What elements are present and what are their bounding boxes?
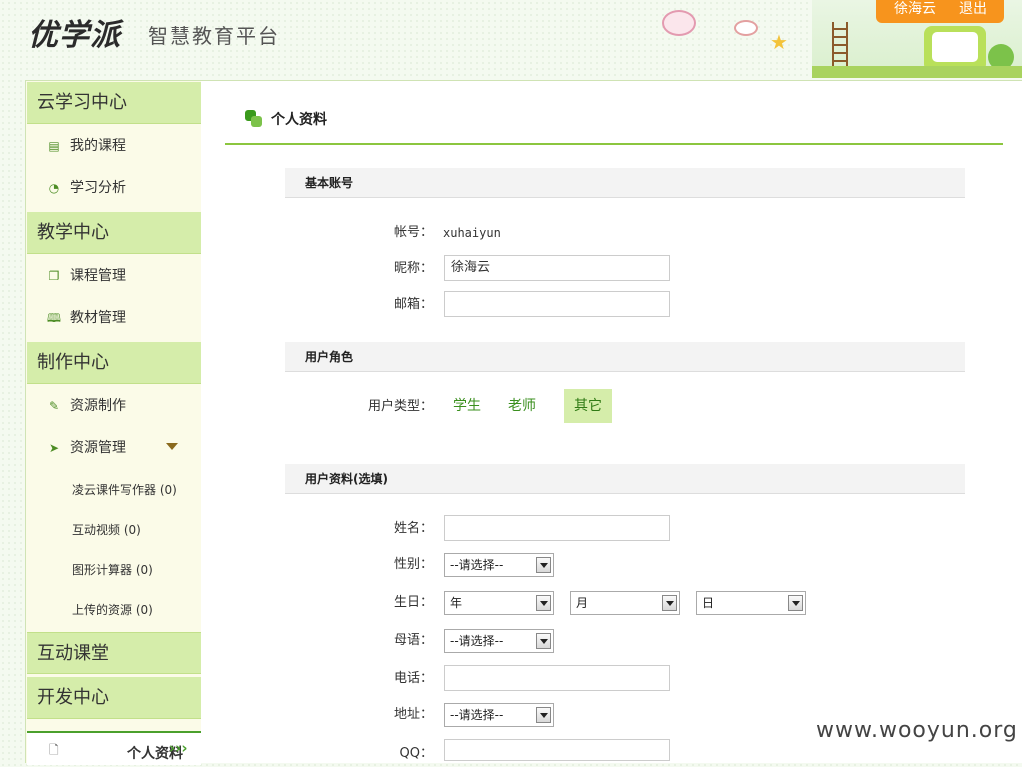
windows-icon: ❐: [48, 269, 60, 283]
page-title-bar: 个人资料: [225, 107, 1003, 145]
user-bar: 徐海云 退出: [876, 0, 1004, 23]
sidebar: 云学习中心 ▤ 我的课程 ◔ 学习分析 教学中心 ❐ 课程管理 🕮 教材管理 制作中心 …: [25, 80, 203, 765]
logo[interactable]: 优学派: [28, 10, 121, 54]
ground-decoration: [812, 66, 1022, 78]
pencil-icon: ✎: [48, 399, 60, 413]
section-cloud-learning[interactable]: 云学习中心: [27, 82, 201, 124]
nickname-label: 昵称：: [393, 261, 433, 276]
section-interactive-class[interactable]: 互动课堂: [27, 632, 201, 674]
sidebar-item-label: 资源管理: [70, 440, 126, 456]
role-option-teacher[interactable]: 老师: [508, 389, 536, 423]
email-input[interactable]: [444, 291, 670, 317]
nickname-input[interactable]: 徐海云: [444, 255, 670, 281]
section-production[interactable]: 制作中心: [27, 342, 201, 384]
sidebar-item-course-manage[interactable]: ❐ 课程管理: [46, 265, 126, 287]
watermark: www.wooyun.org: [816, 718, 1018, 743]
platform-subtitle: 智慧教育平台: [148, 24, 280, 48]
star-decoration: ★: [770, 30, 788, 54]
sidebar-item-resource-make[interactable]: ✎ 资源制作: [46, 395, 126, 417]
user-type-label: 用户类型：: [367, 399, 433, 414]
dropdown-arrow-icon[interactable]: [536, 557, 551, 573]
squares-icon: [245, 110, 263, 128]
dropdown-arrow-icon[interactable]: [788, 595, 803, 611]
phone-input[interactable]: [444, 665, 670, 691]
section-user-profile: 用户资料(选填): [285, 464, 965, 494]
document-icon: 🗋: [49, 743, 59, 757]
address-select[interactable]: --请选择--: [444, 703, 554, 727]
gender-select-value: --请选择--: [450, 558, 504, 572]
qq-label: QQ：: [399, 746, 433, 761]
sidebar-item-profile[interactable]: 🗋 个人资料 ›››: [27, 731, 201, 765]
section-user-role: 用户角色: [285, 342, 965, 372]
dropdown-arrow-icon[interactable]: [536, 707, 551, 723]
gender-label: 性别：: [393, 557, 433, 572]
gender-select[interactable]: --请选择--: [444, 553, 554, 577]
birth-day-select[interactable]: 日: [696, 591, 806, 615]
sidebar-item-my-courses[interactable]: ▤ 我的课程: [46, 135, 126, 157]
sidebar-item-material-manage[interactable]: 🕮 教材管理: [46, 307, 126, 329]
role-option-student[interactable]: 学生: [453, 389, 481, 423]
birth-year-select[interactable]: 年: [444, 591, 554, 615]
name-label: 姓名：: [393, 521, 433, 536]
sidebar-item-resource-manage[interactable]: ➤ 资源管理: [46, 437, 196, 459]
send-arrow-icon: ➤: [48, 441, 60, 455]
birth-month-select[interactable]: 月: [570, 591, 680, 615]
dropdown-arrow-icon[interactable]: [662, 595, 677, 611]
sidebar-item-study-analysis[interactable]: ◔ 学习分析: [46, 177, 126, 199]
list-icon: ▤: [48, 139, 60, 153]
language-select-value: --请选择--: [450, 634, 504, 648]
page-title: 个人资料: [271, 112, 327, 128]
account-label: 帐号：: [393, 225, 433, 240]
language-select[interactable]: --请选择--: [444, 629, 554, 653]
qq-input[interactable]: [444, 739, 670, 761]
sidebar-item-label: 个人资料: [127, 746, 183, 762]
sub-item-interactive-video[interactable]: 互动视频 (0): [72, 520, 141, 540]
section-teaching[interactable]: 教学中心: [27, 212, 201, 254]
phone-label: 电话：: [393, 671, 433, 686]
header: 优学派 智慧教育平台 ★ 徐海云 退出: [0, 0, 1022, 78]
section-basic-account: 基本账号: [285, 168, 965, 198]
email-label: 邮箱：: [393, 297, 433, 312]
pie-chart-icon: ◔: [48, 181, 60, 195]
triple-chevron-icon: ›››: [169, 739, 188, 757]
account-value: xuhaiyun: [443, 226, 501, 240]
sub-item-lingyun-writer[interactable]: 凌云课件写作器 (0): [72, 480, 177, 500]
sidebar-item-label: 教材管理: [70, 310, 126, 326]
book-icon: 🕮: [46, 311, 62, 325]
sub-item-graph-calculator[interactable]: 图形计算器 (0): [72, 560, 153, 580]
sidebar-item-label: 我的课程: [70, 138, 126, 154]
language-label: 母语：: [393, 633, 433, 648]
name-input[interactable]: [444, 515, 670, 541]
planet-decoration: [662, 10, 696, 36]
address-select-value: --请选择--: [450, 708, 504, 722]
sidebar-item-label: 资源制作: [70, 398, 126, 414]
dropdown-arrow-icon[interactable]: [536, 595, 551, 611]
dropdown-arrow-icon[interactable]: [536, 633, 551, 649]
planet-small-decoration: [734, 20, 758, 36]
section-development[interactable]: 开发中心: [27, 677, 201, 719]
ladder-decoration: [832, 22, 848, 66]
sub-item-uploaded-resources[interactable]: 上传的资源 (0): [72, 600, 153, 620]
sidebar-item-label: 学习分析: [70, 180, 126, 196]
logout-link[interactable]: 退出: [959, 0, 987, 18]
birthday-label: 生日：: [393, 595, 433, 610]
user-name-link[interactable]: 徐海云: [894, 0, 936, 18]
main-content: 个人资料 基本账号 帐号： xuhaiyun 昵称： 徐海云 邮箱： 用户角色 …: [201, 80, 1022, 763]
sidebar-item-label: 课程管理: [70, 268, 126, 284]
birth-day-value: 日: [702, 596, 715, 610]
chevron-down-icon[interactable]: [166, 443, 178, 450]
birth-year-value: 年: [450, 596, 463, 610]
role-option-other[interactable]: 其它: [564, 389, 612, 423]
birth-month-value: 月: [576, 596, 589, 610]
address-label: 地址：: [393, 707, 433, 722]
